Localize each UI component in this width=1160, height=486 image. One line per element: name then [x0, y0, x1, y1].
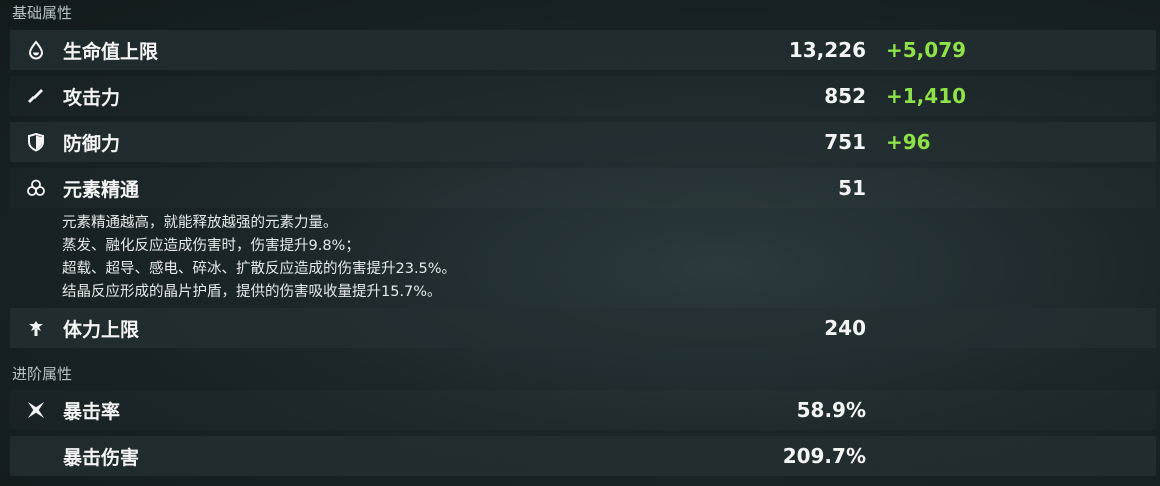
section-advanced-label: 进阶属性 [12, 365, 73, 383]
stat-value: 240 [824, 316, 866, 340]
stat-label: 暴击率 [63, 400, 121, 423]
desc-line: 蒸发、融化反应造成伤害时，伤害提升9.8%； [62, 238, 360, 254]
stat-value: 852 [824, 84, 866, 108]
stat-row-crit-rate: 暴击率 58.9% [10, 390, 1156, 430]
stat-row-crit-damage: 暴击伤害 209.7% [10, 436, 1156, 476]
elemental-mastery-icon [26, 178, 46, 198]
defense-shield-icon [26, 132, 46, 152]
stamina-icon [26, 318, 46, 338]
stat-row-defense: 防御力 751 +96 [10, 122, 1156, 162]
stat-label: 暴击伤害 [63, 446, 140, 469]
character-attributes-panel: 基础属性 生命值上限 13,226 +5,079 攻击力 852 +1,410 [0, 0, 1160, 486]
stat-value: 751 [824, 130, 866, 154]
desc-line: 超载、超导、感电、碎冰、扩散反应造成的伤害提升23.5%。 [62, 261, 457, 277]
stat-value: 13,226 [788, 38, 866, 62]
stat-row-hp: 生命值上限 13,226 +5,079 [10, 30, 1156, 70]
stat-value: 58.9% [796, 398, 866, 422]
stat-value: 51 [838, 176, 866, 200]
stat-bonus: +96 [886, 130, 931, 154]
attack-sword-icon [26, 86, 46, 106]
stat-label: 攻击力 [63, 86, 121, 109]
stat-label: 生命值上限 [63, 40, 159, 63]
hp-droplet-icon [26, 40, 46, 60]
section-basic-label: 基础属性 [12, 4, 73, 22]
crit-rate-icon [26, 400, 46, 420]
stat-row-elemental-mastery: 元素精通 51 [10, 168, 1156, 208]
stat-label: 防御力 [63, 132, 121, 155]
stat-label: 元素精通 [63, 178, 140, 201]
stat-bonus: +1,410 [886, 84, 967, 108]
stat-row-stamina: 体力上限 240 [10, 308, 1156, 348]
stat-label: 体力上限 [63, 318, 140, 341]
stat-bonus: +5,079 [886, 38, 967, 62]
stat-row-attack: 攻击力 852 +1,410 [10, 76, 1156, 116]
stat-value: 209.7% [782, 444, 866, 468]
desc-line: 元素精通越高，就能释放越强的元素力量。 [62, 215, 338, 231]
desc-line: 结晶反应形成的晶片护盾，提供的伤害吸收量提升15.7%。 [62, 284, 442, 300]
elemental-mastery-description: 元素精通越高，就能释放越强的元素力量。 蒸发、融化反应造成伤害时，伤害提升9.8… [62, 212, 456, 304]
